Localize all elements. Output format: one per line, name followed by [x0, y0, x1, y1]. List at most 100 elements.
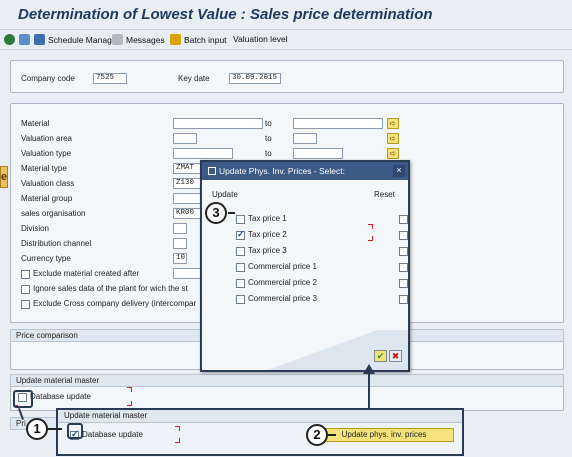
red-corner-marker — [368, 236, 373, 241]
sales-organisation-label: sales organisation — [21, 209, 86, 218]
company-code-field[interactable]: 7525 — [93, 73, 127, 84]
exclude-material-label: Exclude material created after — [33, 269, 140, 278]
tax-price-2-reset-checkbox[interactable] — [399, 231, 408, 240]
valuation-type-to-label: to — [265, 149, 272, 158]
valuation-area-to-label: to — [265, 134, 272, 143]
highlight-box — [13, 390, 33, 408]
red-corner-marker — [368, 224, 373, 229]
batch-input-label: Batch input — [184, 34, 227, 45]
close-icon[interactable]: × — [393, 165, 405, 177]
dialog-window-icon — [208, 167, 216, 175]
update-prices-dialog: Update Phys. Inv. Prices - Select: × Upd… — [200, 160, 410, 372]
tax-price-1-update-checkbox[interactable] — [236, 215, 245, 224]
red-corner-marker — [175, 426, 180, 431]
red-corner-marker — [127, 387, 132, 392]
material-type-label: Material type — [21, 164, 67, 173]
confirm-checkmark-icon[interactable]: ✔ — [374, 350, 387, 362]
tax-price-3-reset-checkbox[interactable] — [399, 247, 408, 256]
division-field[interactable] — [173, 223, 187, 234]
valuation-class-label: Valuation class — [21, 179, 75, 188]
tax-price-2-update-checkbox[interactable] — [236, 229, 245, 240]
execute-button[interactable] — [4, 34, 15, 45]
variant-button[interactable] — [19, 34, 30, 45]
tax-price-3-update-checkbox[interactable] — [236, 247, 245, 256]
zoom-panel: Update material master Database update U… — [56, 408, 464, 456]
side-tab[interactable]: e — [0, 166, 8, 188]
messages-icon — [112, 34, 123, 45]
callout-2-pointer — [328, 434, 336, 436]
variant-icon — [19, 34, 30, 45]
zoom-panel-title: Update material master — [58, 410, 462, 423]
multiple-selection-arrow-icon[interactable]: ➪ — [387, 148, 399, 159]
exclude-cross-company-checkbox[interactable] — [21, 300, 30, 309]
key-date-label: Key date — [178, 74, 210, 83]
callout-1-pointer — [48, 428, 62, 430]
page-title: Determination of Lowest Value : Sales pr… — [18, 6, 433, 23]
cancel-x-icon[interactable]: ✖ — [389, 350, 402, 362]
distribution-channel-field[interactable] — [173, 238, 187, 249]
batch-input-button[interactable]: Batch input — [170, 34, 227, 45]
valuation-area-from-field[interactable] — [173, 133, 197, 144]
key-date-field[interactable]: 30.09.2015 — [229, 73, 281, 84]
commercial-price-3-label: Commercial price 3 — [248, 294, 317, 303]
highlight-box — [67, 423, 83, 439]
exclude-material-date-field[interactable] — [173, 268, 203, 279]
material-from-field[interactable] — [173, 118, 263, 129]
valuation-area-to-field[interactable] — [293, 133, 317, 144]
schedule-manager-label: Schedule Manager — [48, 34, 120, 45]
distribution-channel-label: Distribution channel — [21, 239, 92, 248]
batch-input-icon — [170, 34, 181, 45]
update-column-header: Update — [212, 190, 238, 199]
commercial-price-3-update-checkbox[interactable] — [236, 295, 245, 304]
dialog-body: Update Reset Tax price 1 Tax price 2 Tax… — [202, 180, 408, 370]
execute-icon — [4, 34, 15, 45]
application-toolbar: Schedule Manager Messages Batch input Va… — [0, 30, 572, 50]
ignore-sales-data-label: Ignore sales data of the plant for wich … — [33, 284, 188, 293]
reset-column-header: Reset — [374, 190, 395, 199]
dialog-title-bar: Update Phys. Inv. Prices - Select: — [202, 162, 408, 180]
red-corner-marker — [175, 438, 180, 443]
valuation-level-label: Valuation level — [233, 34, 288, 44]
company-code-label: Company code — [21, 74, 75, 83]
currency-type-label: Currency type — [21, 254, 71, 263]
update-material-master-header: Update material master — [10, 374, 564, 387]
exclude-material-checkbox[interactable] — [21, 270, 30, 279]
valuation-area-label: Valuation area — [21, 134, 72, 143]
callout-3-pointer — [228, 212, 235, 214]
tax-price-1-label: Tax price 1 — [248, 214, 287, 223]
messages-button[interactable]: Messages — [112, 34, 165, 45]
commercial-price-1-label: Commercial price 1 — [248, 262, 317, 271]
tax-price-1-reset-checkbox[interactable] — [399, 215, 408, 224]
ignore-sales-data-checkbox[interactable] — [21, 285, 30, 294]
zoom-database-update-label: Database update — [82, 430, 143, 439]
exclude-cross-company-label: Exclude Cross company delivery (intercom… — [33, 299, 197, 308]
material-label: Material — [21, 119, 50, 128]
valuation-type-label: Valuation type — [21, 149, 72, 158]
multiple-selection-arrow-icon[interactable]: ➪ — [387, 133, 399, 144]
valuation-type-from-field[interactable] — [173, 148, 233, 159]
messages-label: Messages — [126, 34, 165, 45]
commercial-price-1-update-checkbox[interactable] — [236, 263, 245, 272]
commercial-price-2-update-checkbox[interactable] — [236, 279, 245, 288]
red-corner-marker — [127, 401, 132, 406]
schedule-manager-icon — [34, 34, 45, 45]
valuation-type-to-field[interactable] — [293, 148, 343, 159]
valuation-level-button[interactable]: Valuation level — [233, 34, 288, 44]
commercial-price-2-label: Commercial price 2 — [248, 278, 317, 287]
callout-1: 1 — [26, 418, 48, 440]
header-fields-box: Company code 7525 Key date 30.09.2015 — [10, 60, 564, 93]
commercial-price-2-reset-checkbox[interactable] — [399, 279, 408, 288]
multiple-selection-arrow-icon[interactable]: ➪ — [387, 118, 399, 129]
dialog-title: Update Phys. Inv. Prices - Select: — [219, 166, 345, 176]
commercial-price-3-reset-checkbox[interactable] — [399, 295, 408, 304]
material-group-label: Material group — [21, 194, 73, 203]
database-update-label: Database update — [30, 392, 91, 401]
material-to-label: to — [265, 119, 272, 128]
currency-type-field[interactable]: 10 — [173, 253, 187, 264]
schedule-manager-button[interactable]: Schedule Manager — [34, 34, 119, 45]
tax-price-3-label: Tax price 3 — [248, 246, 287, 255]
tax-price-2-label: Tax price 2 — [248, 230, 287, 239]
callout-2: 2 — [306, 424, 328, 446]
material-to-field[interactable] — [293, 118, 383, 129]
commercial-price-1-reset-checkbox[interactable] — [399, 263, 408, 272]
